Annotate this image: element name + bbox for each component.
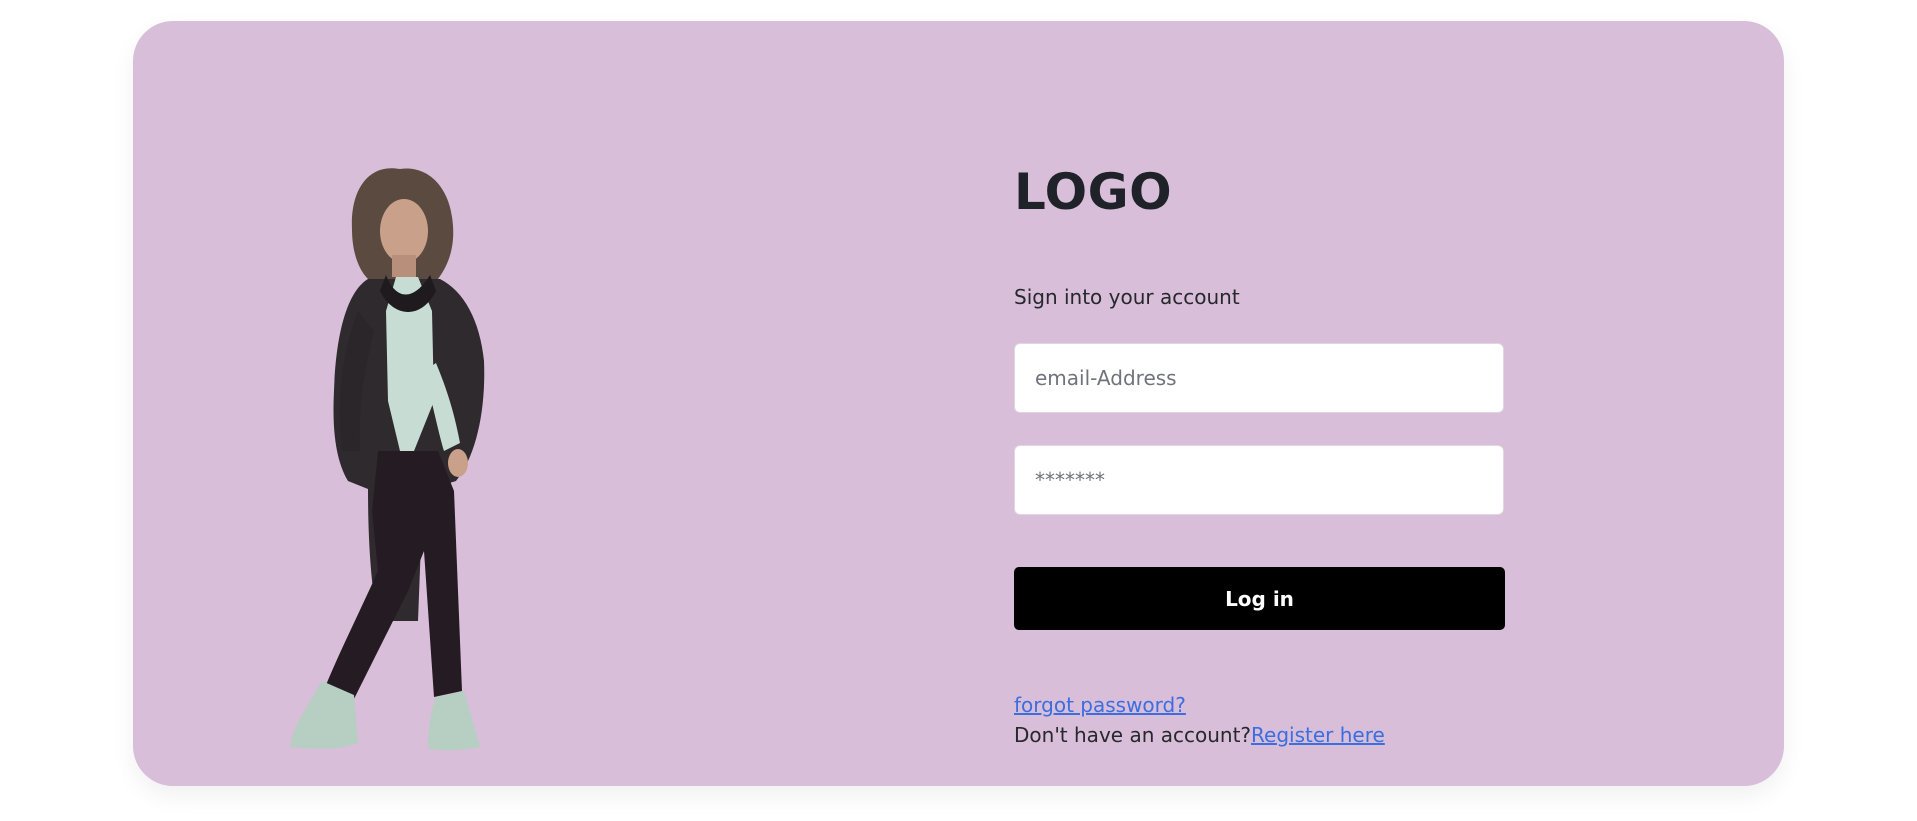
email-input[interactable] bbox=[1014, 343, 1504, 413]
log-in-button[interactable]: Log in bbox=[1014, 567, 1505, 630]
forgot-password-link[interactable]: forgot password? bbox=[1014, 693, 1186, 717]
password-input[interactable] bbox=[1014, 445, 1504, 515]
login-card: LOGO Sign into your account Log in forgo… bbox=[133, 21, 1784, 786]
logo-text: LOGO bbox=[1014, 163, 1173, 221]
sign-in-subtitle: Sign into your account bbox=[1014, 285, 1240, 309]
register-prompt: Don't have an account?Register here bbox=[1014, 723, 1385, 747]
no-account-text: Don't have an account? bbox=[1014, 723, 1252, 747]
fashion-model-illustration bbox=[290, 168, 485, 751]
register-link[interactable]: Register here bbox=[1251, 723, 1385, 747]
hero-fashion-model-image bbox=[218, 151, 578, 769]
